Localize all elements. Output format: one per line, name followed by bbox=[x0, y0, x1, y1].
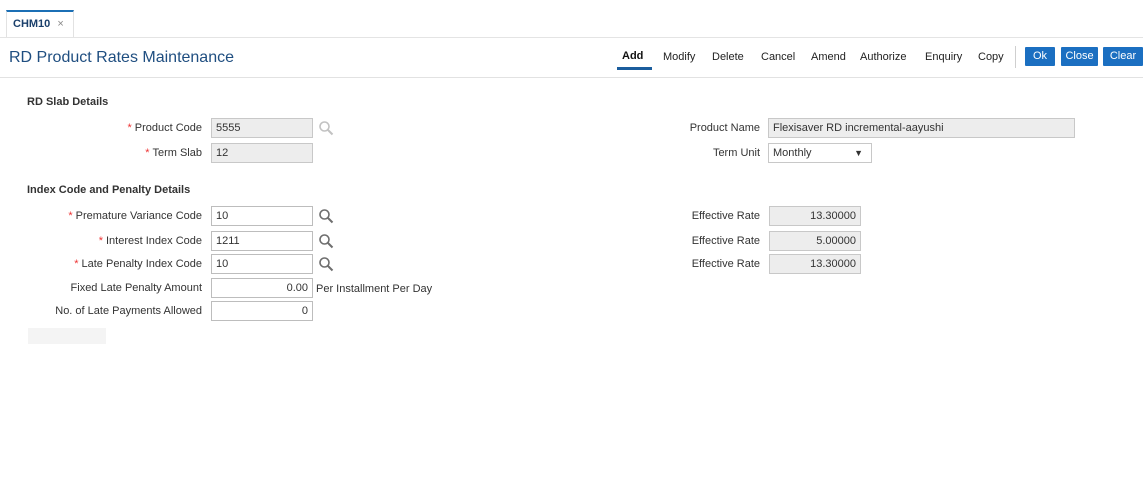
effective-rate-field-2[interactable]: 5.00000 bbox=[769, 231, 861, 251]
close-button[interactable]: Close bbox=[1061, 47, 1098, 66]
effective-rate-label-3: Effective Rate bbox=[691, 258, 760, 270]
required-marker: * bbox=[127, 122, 132, 134]
fixed-amount-suffix: Per Installment Per Day bbox=[316, 283, 433, 295]
interest-index-search-icon[interactable] bbox=[318, 233, 334, 249]
header-divider bbox=[0, 77, 1143, 78]
interest-index-code-field[interactable]: 1211 bbox=[211, 231, 313, 251]
toolbar-add[interactable]: Add bbox=[622, 50, 643, 62]
late-payments-allowed-label: No. of Late Payments Allowed bbox=[55, 305, 202, 317]
late-payments-allowed-field[interactable]: 0 bbox=[211, 301, 313, 321]
clear-button[interactable]: Clear bbox=[1103, 47, 1143, 66]
tab-close-icon[interactable]: × bbox=[57, 18, 63, 30]
toolbar-amend[interactable]: Amend bbox=[811, 51, 846, 63]
tab-label: CHM10 bbox=[13, 18, 51, 30]
premature-variance-code-label: * Premature Variance Code bbox=[68, 210, 202, 222]
required-marker: * bbox=[74, 258, 79, 270]
page-title: RD Product Rates Maintenance bbox=[9, 49, 234, 66]
section-rd-slab-details: RD Slab Details bbox=[27, 96, 109, 108]
ok-button[interactable]: Ok bbox=[1025, 47, 1055, 66]
toolbar-copy[interactable]: Copy bbox=[978, 51, 1004, 63]
term-unit-select[interactable]: Monthly ▼ bbox=[768, 143, 872, 163]
tab-divider bbox=[0, 37, 1143, 38]
toolbar-modify[interactable]: Modify bbox=[663, 51, 695, 63]
late-penalty-index-code-field[interactable]: 10 bbox=[211, 254, 313, 274]
premature-variance-search-icon[interactable] bbox=[318, 208, 334, 224]
fixed-late-penalty-amount-field[interactable]: 0.00 bbox=[211, 278, 313, 298]
term-unit-value: Monthly bbox=[773, 147, 812, 159]
product-name-field[interactable]: Flexisaver RD incremental-aayushi bbox=[768, 118, 1075, 138]
toolbar-cancel[interactable]: Cancel bbox=[761, 51, 795, 63]
placeholder-block bbox=[28, 328, 106, 344]
premature-variance-code-field[interactable]: 10 bbox=[211, 206, 313, 226]
effective-rate-field-3[interactable]: 13.30000 bbox=[769, 254, 861, 274]
required-marker: * bbox=[98, 235, 103, 247]
toolbar-enquiry[interactable]: Enquiry bbox=[925, 51, 962, 63]
product-code-field[interactable]: 5555 bbox=[211, 118, 313, 138]
fixed-late-penalty-amount-label: Fixed Late Penalty Amount bbox=[70, 282, 202, 294]
term-slab-field[interactable]: 12 bbox=[211, 143, 313, 163]
tab-chm10[interactable]: CHM10 × bbox=[6, 10, 74, 37]
product-code-search-icon[interactable] bbox=[318, 120, 334, 136]
dropdown-arrow-icon: ▼ bbox=[854, 148, 863, 158]
active-action-indicator bbox=[617, 67, 652, 70]
effective-rate-field-1[interactable]: 13.30000 bbox=[769, 206, 861, 226]
term-slab-label: * Term Slab bbox=[145, 147, 202, 159]
late-penalty-index-code-label: * Late Penalty Index Code bbox=[74, 258, 202, 270]
required-marker: * bbox=[145, 147, 150, 159]
product-code-label: * Product Code bbox=[127, 122, 202, 134]
effective-rate-label-1: Effective Rate bbox=[691, 210, 760, 222]
section-index-penalty-details: Index Code and Penalty Details bbox=[27, 184, 191, 196]
toolbar-delete[interactable]: Delete bbox=[712, 51, 744, 63]
required-marker: * bbox=[68, 210, 73, 222]
product-name-label: Product Name bbox=[689, 122, 760, 134]
late-penalty-search-icon[interactable] bbox=[318, 256, 334, 272]
term-unit-label: Term Unit bbox=[712, 147, 760, 159]
toolbar-separator bbox=[1015, 46, 1016, 68]
interest-index-code-label: * Interest Index Code bbox=[98, 235, 202, 247]
effective-rate-label-2: Effective Rate bbox=[691, 235, 760, 247]
toolbar-authorize[interactable]: Authorize bbox=[860, 51, 906, 63]
